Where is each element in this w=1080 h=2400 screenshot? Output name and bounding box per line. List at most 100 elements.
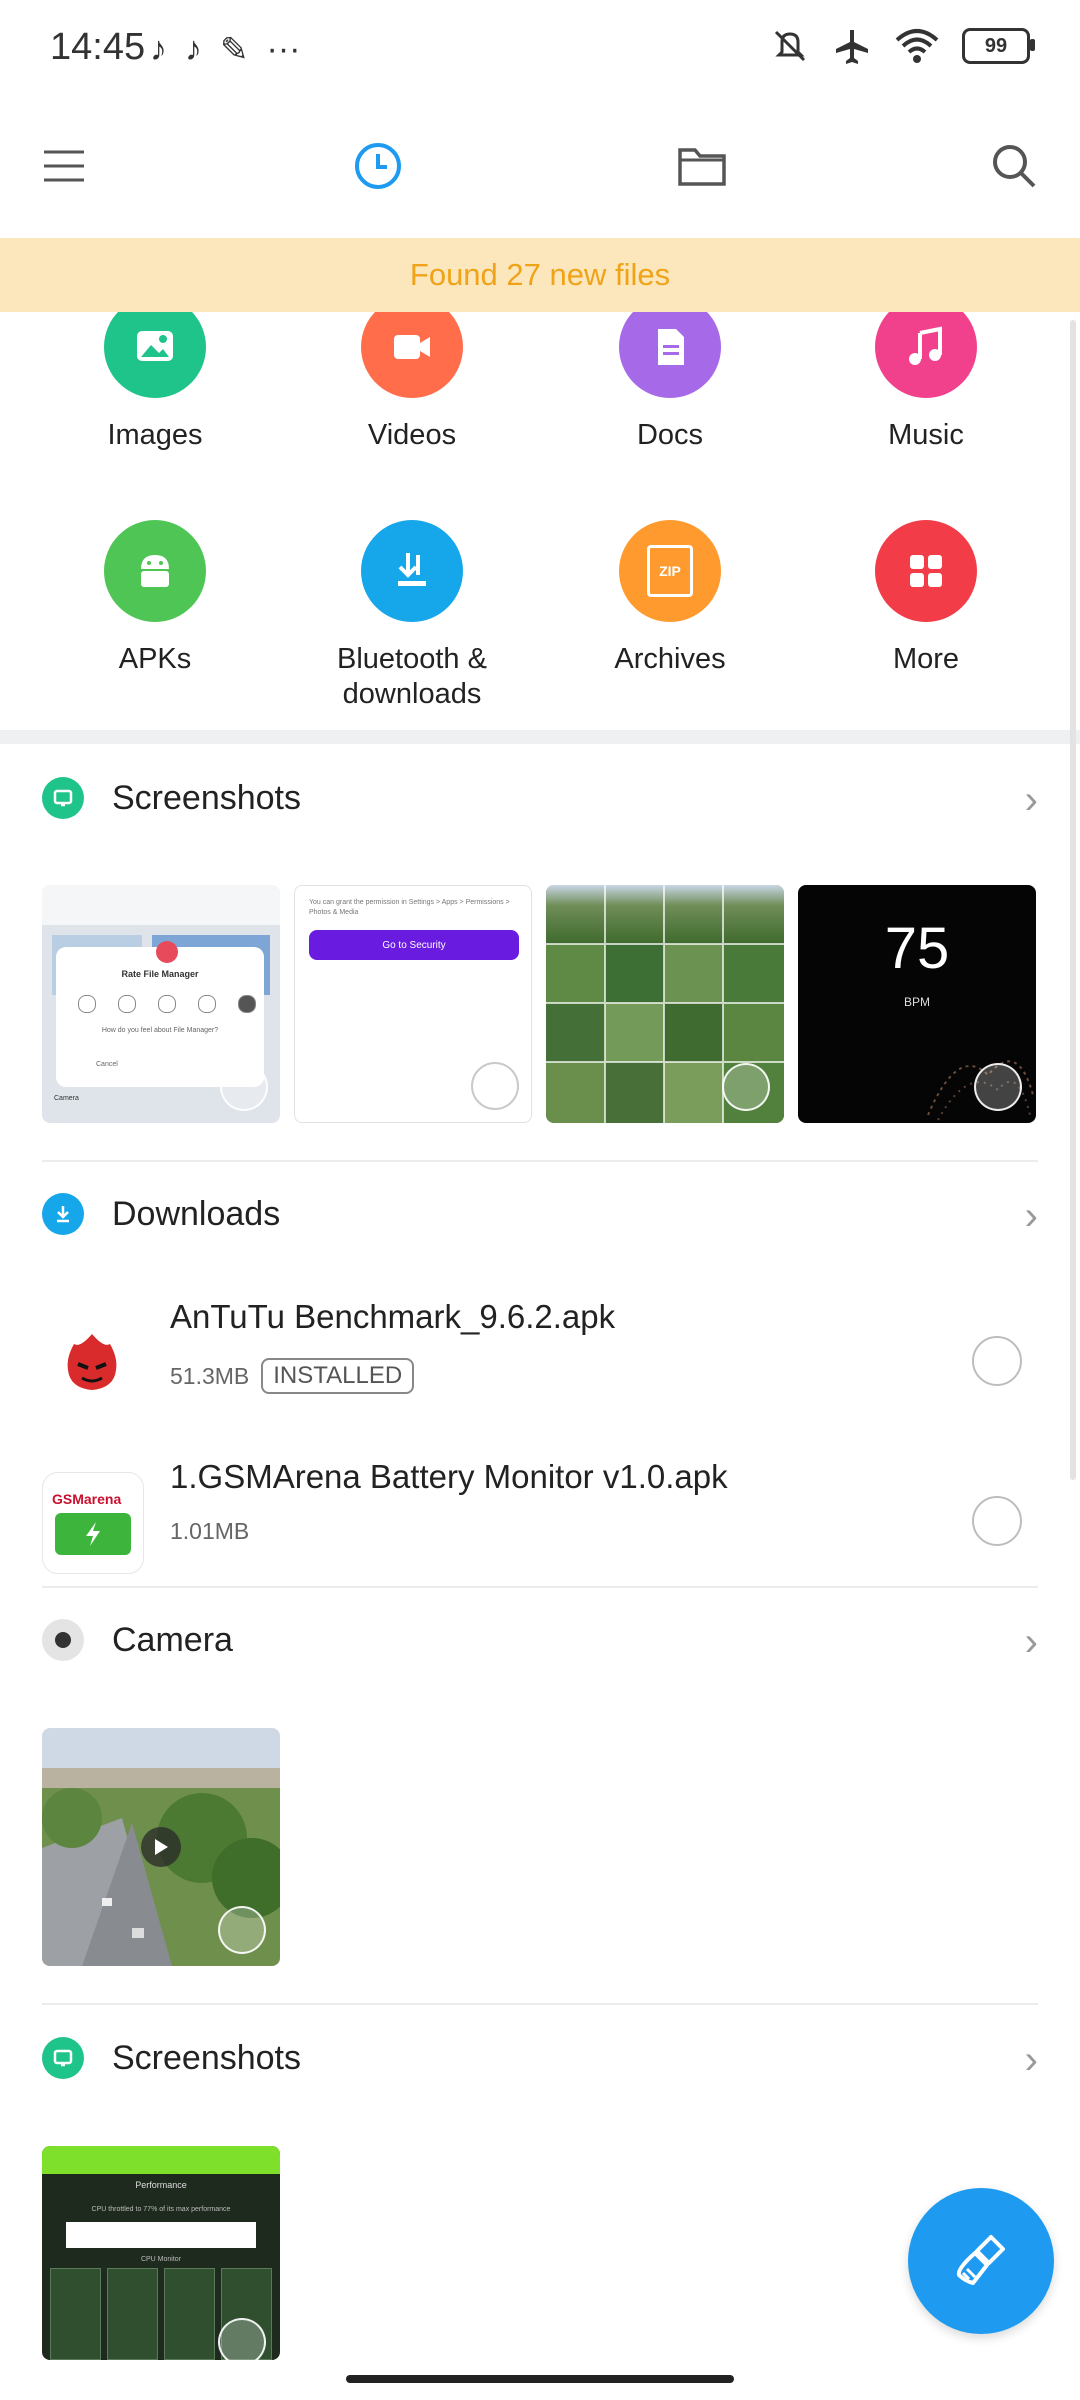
top-app-bar bbox=[0, 110, 1080, 220]
thumb-throttle-note: CPU throttled to 77% of its max performa… bbox=[91, 2206, 231, 2213]
recent-tab-clock-icon[interactable] bbox=[348, 136, 408, 196]
section-header-screenshots[interactable]: Screenshots › bbox=[42, 2028, 1038, 2088]
category-music[interactable]: Music bbox=[797, 296, 1055, 453]
category-label: Docs bbox=[636, 419, 704, 451]
category-label: Archives bbox=[614, 643, 726, 675]
thumb-dialog-title: Rate File Manager bbox=[121, 969, 199, 979]
screenshot-thumbnail[interactable]: Performance CPU throttled to 77% of its … bbox=[42, 2146, 280, 2360]
clean-icon: ✎ bbox=[220, 31, 249, 69]
category-label: Music bbox=[888, 419, 964, 451]
category-archives[interactable]: ZIP Archives bbox=[541, 520, 799, 677]
file-meta: 1.01MB bbox=[170, 1518, 249, 1545]
gsmarena-logo: GSMarena bbox=[52, 1491, 122, 1507]
select-checkbox[interactable] bbox=[974, 1063, 1022, 1111]
status-time: 14:45 bbox=[50, 26, 146, 68]
tiktok-icon: ♪ bbox=[185, 30, 202, 68]
section-header-screenshots[interactable]: Screenshots › bbox=[42, 768, 1038, 828]
download-icon bbox=[42, 1193, 84, 1235]
list-item[interactable]: AnTuTu Benchmark_9.6.2.apk 51.3MB INSTAL… bbox=[42, 1298, 1038, 1438]
video-thumbnail[interactable] bbox=[42, 1728, 280, 1966]
screenshot-thumbnail[interactable]: You can grant the permission in Settings… bbox=[294, 885, 532, 1123]
chevron-right-icon: › bbox=[1024, 1194, 1038, 1238]
thumb-performance-title: Performance bbox=[135, 2180, 187, 2190]
folder-tab-icon[interactable] bbox=[672, 136, 732, 196]
screenshot-icon bbox=[42, 777, 84, 819]
section-title: Downloads bbox=[112, 1194, 281, 1233]
file-meta: 51.3MB INSTALLED bbox=[170, 1358, 415, 1394]
section-title: Screenshots bbox=[112, 778, 301, 817]
zip-badge: ZIP bbox=[659, 563, 681, 579]
list-item[interactable]: GSMarena 1.GSMArena Battery Monitor v1.0… bbox=[42, 1458, 1038, 1598]
installed-badge: INSTALLED bbox=[261, 1358, 415, 1394]
camera-icon bbox=[42, 1619, 84, 1661]
divider bbox=[0, 730, 1080, 744]
android-icon bbox=[104, 520, 206, 622]
scrollbar[interactable] bbox=[1070, 320, 1076, 1480]
thumb-dialog-question: How do you feel about File Manager? bbox=[101, 1027, 219, 1034]
grid-icon bbox=[875, 520, 977, 622]
select-checkbox[interactable] bbox=[220, 1063, 268, 1111]
screenshot-icon bbox=[42, 2037, 84, 2079]
category-label: Images bbox=[107, 419, 203, 451]
category-label: Videos bbox=[367, 419, 457, 451]
screenshot-thumbnail[interactable] bbox=[546, 885, 784, 1123]
status-bar: 14:45 ♪ ♪ ✎ ··· 99 bbox=[0, 0, 1080, 100]
file-name: AnTuTu Benchmark_9.6.2.apk bbox=[170, 1298, 616, 1335]
thumb-permission-text: You can grant the permission in Settings… bbox=[309, 899, 510, 916]
wifi-icon bbox=[895, 29, 939, 63]
select-checkbox[interactable] bbox=[218, 2318, 266, 2360]
search-icon[interactable] bbox=[984, 136, 1044, 196]
category-label: More bbox=[892, 643, 960, 675]
category-videos[interactable]: Videos bbox=[283, 296, 541, 453]
notification-icons: ♪ ♪ ✎ ··· bbox=[150, 30, 300, 70]
category-bluetooth-downloads[interactable]: Bluetooth & downloads bbox=[283, 520, 541, 712]
thumb-cpu-monitor: CPU Monitor bbox=[140, 2256, 182, 2263]
system-icons: 99 bbox=[770, 26, 1035, 66]
battery-level: 99 bbox=[984, 34, 1008, 57]
chevron-right-icon: › bbox=[1024, 2038, 1038, 2082]
antutu-app-icon bbox=[42, 1312, 142, 1412]
more-notifications-icon: ··· bbox=[266, 30, 301, 68]
menu-icon[interactable] bbox=[34, 136, 94, 196]
file-name: 1.GSMArena Battery Monitor v1.0.apk bbox=[170, 1458, 728, 1495]
broom-icon bbox=[956, 2235, 1005, 2285]
file-size: 51.3MB bbox=[170, 1362, 250, 1389]
category-apks[interactable]: APKs bbox=[26, 520, 284, 677]
screenshot-thumbnail[interactable]: Rate File Manager How do you feel about … bbox=[42, 885, 280, 1123]
select-checkbox[interactable] bbox=[972, 1336, 1022, 1386]
gsmarena-app-icon: GSMarena bbox=[42, 1472, 144, 1574]
category-label: Bluetooth & downloads bbox=[337, 643, 487, 710]
section-title: Screenshots bbox=[112, 2038, 301, 2077]
play-icon[interactable] bbox=[141, 1827, 181, 1867]
select-checkbox[interactable] bbox=[218, 1906, 266, 1954]
divider bbox=[42, 2003, 1038, 2005]
select-checkbox[interactable] bbox=[972, 1496, 1022, 1546]
section-header-camera[interactable]: Camera › bbox=[42, 1610, 1038, 1670]
chevron-right-icon: › bbox=[1024, 778, 1038, 822]
select-checkbox[interactable] bbox=[471, 1062, 519, 1110]
bluetooth-download-icon bbox=[361, 520, 463, 622]
clean-button[interactable] bbox=[908, 2188, 1054, 2334]
category-more[interactable]: More bbox=[797, 520, 1055, 677]
battery-indicator: 99 bbox=[962, 28, 1035, 64]
category-images[interactable]: Images bbox=[26, 296, 284, 453]
thumb-camera-label: Camera bbox=[54, 1095, 79, 1102]
thumb-bpm-unit: BPM bbox=[903, 995, 930, 1009]
tiktok-icon: ♪ bbox=[150, 30, 167, 68]
section-header-downloads[interactable]: Downloads › bbox=[42, 1184, 1038, 1244]
mute-icon bbox=[774, 30, 806, 62]
new-files-banner[interactable]: Found 27 new files bbox=[0, 238, 1080, 312]
home-indicator[interactable] bbox=[346, 2375, 734, 2383]
select-checkbox[interactable] bbox=[722, 1063, 770, 1111]
banner-text: Found 27 new files bbox=[409, 257, 671, 292]
zip-icon: ZIP bbox=[619, 520, 721, 622]
thumb-bpm-value: 75 bbox=[884, 916, 950, 981]
thumb-dialog-cancel: Cancel bbox=[96, 1061, 118, 1068]
section-title: Camera bbox=[112, 1620, 233, 1659]
category-label: APKs bbox=[118, 643, 192, 675]
chevron-right-icon: › bbox=[1024, 1620, 1038, 1664]
category-docs[interactable]: Docs bbox=[541, 296, 799, 453]
airplane-icon bbox=[836, 30, 868, 64]
screenshot-thumbnail[interactable]: 75 BPM bbox=[798, 885, 1036, 1123]
divider bbox=[42, 1586, 1038, 1588]
